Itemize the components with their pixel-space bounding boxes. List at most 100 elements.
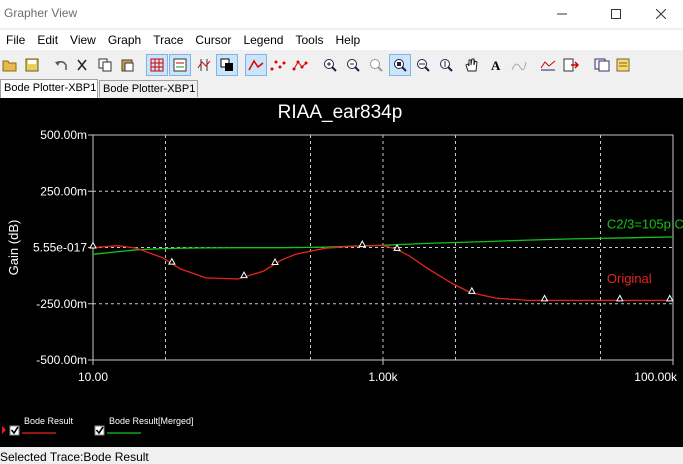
annotation-original: Original	[607, 271, 652, 286]
zoom-out-button[interactable]	[343, 55, 363, 75]
zoom-y-icon	[440, 59, 453, 72]
text-icon: A	[491, 58, 501, 72]
y-axis-label: Gain (dB)	[6, 220, 21, 276]
maximize-button[interactable]	[593, 0, 639, 28]
legend-toggle-button[interactable]	[169, 54, 191, 76]
trace-marker	[468, 286, 476, 294]
graph-panel[interactable]: RIAA_ear834p Gain (dB) 500.00m 250.00m 5.55e…	[0, 98, 683, 447]
x-tick-label: 10.00	[78, 370, 108, 384]
save-button[interactable]	[22, 55, 42, 75]
y-tick-label: -250.00m	[36, 297, 87, 311]
zoom-y-button[interactable]	[436, 55, 456, 75]
menu-cursor[interactable]: Cursor	[189, 30, 237, 50]
tab-bode-plotter-1[interactable]: Bode Plotter-XBP1	[0, 79, 98, 98]
zoom-area-button[interactable]	[366, 55, 386, 75]
window-title: Grapher View	[4, 6, 78, 20]
zoom-in-button[interactable]	[320, 55, 340, 75]
maximize-icon	[611, 9, 621, 19]
line-points-graph-icon	[292, 60, 308, 71]
legend-label: Bode Result[Merged]	[109, 416, 194, 426]
y-tick-label: 5.55e-017	[33, 241, 87, 255]
menu-trace[interactable]: Trace	[147, 30, 189, 50]
menu-legend[interactable]: Legend	[237, 30, 289, 50]
cut-icon	[77, 59, 87, 71]
zoom-x-button[interactable]	[413, 55, 433, 75]
cursors-button[interactable]	[194, 55, 214, 75]
text-button[interactable]: A	[486, 55, 506, 75]
svg-text:A: A	[491, 58, 501, 72]
menu-file[interactable]: File	[0, 30, 31, 50]
label-button[interactable]	[509, 55, 529, 75]
menu-graph[interactable]: Graph	[102, 30, 147, 50]
overlay-traces-button[interactable]	[592, 55, 612, 75]
points-graph-icon	[270, 60, 286, 71]
chart-title: RIAA_ear834p	[278, 102, 403, 123]
menu-help[interactable]: Help	[330, 30, 367, 50]
zoom-x-icon	[417, 59, 430, 72]
export-button[interactable]	[561, 55, 581, 75]
properties-button[interactable]	[614, 55, 634, 75]
close-button[interactable]	[638, 0, 683, 28]
export-icon	[563, 58, 579, 72]
trace-marker	[271, 257, 279, 265]
trace-marker	[168, 257, 176, 265]
line-style-button[interactable]	[245, 54, 267, 76]
open-button[interactable]	[0, 55, 20, 75]
undo-icon	[55, 61, 67, 70]
menu-edit[interactable]: Edit	[31, 30, 64, 50]
zoom-area-icon	[370, 59, 383, 72]
paste-button[interactable]	[117, 55, 137, 75]
zoom-full-icon	[394, 59, 407, 72]
label-icon	[511, 61, 527, 71]
pan-button[interactable]	[461, 55, 481, 75]
undo-button[interactable]	[51, 55, 71, 75]
zoom-in-icon	[324, 59, 337, 72]
zoom-out-icon	[347, 59, 360, 72]
cursor-lines-icon	[197, 59, 211, 71]
cut-button[interactable]	[72, 55, 92, 75]
tab-strip: Bode Plotter-XBP1 Bode Plotter-XBP1	[0, 79, 683, 98]
minimize-button[interactable]	[539, 0, 585, 28]
toolbar: A	[0, 53, 683, 78]
folder-open-icon	[2, 60, 17, 72]
trace-button[interactable]	[538, 55, 558, 75]
properties-icon	[616, 58, 630, 72]
overlay-button[interactable]	[216, 54, 238, 76]
y-tick-label: -500.00m	[36, 353, 87, 367]
trace-marker	[616, 294, 624, 302]
bode-chart: RIAA_ear834p Gain (dB) 500.00m 250.00m 5.55e…	[2, 102, 683, 436]
y-tick-label: 500.00m	[40, 128, 87, 142]
tab-bode-plotter-2[interactable]: Bode Plotter-XBP1	[99, 80, 198, 97]
minimize-icon	[557, 13, 567, 15]
menu-view[interactable]: View	[64, 30, 102, 50]
overlay-traces-icon	[594, 58, 610, 72]
legend-icon	[173, 58, 187, 72]
status-text: Selected Trace:Bode Result	[0, 450, 149, 464]
trace-marker	[665, 294, 674, 302]
save-icon	[25, 58, 39, 72]
trace-marker	[358, 240, 367, 248]
line-graph-icon	[248, 59, 264, 71]
paste-icon	[121, 59, 134, 72]
annotation-merged: C2/3=105p C4=320p	[607, 216, 683, 231]
zoom-full-button[interactable]	[389, 54, 411, 76]
menu-bar: File Edit View Graph Trace Cursor Legend…	[0, 30, 683, 50]
x-tick-label: 100.00k	[634, 370, 678, 384]
overlay-icon	[220, 58, 233, 71]
hand-icon	[465, 58, 478, 72]
copy-button[interactable]	[95, 55, 115, 75]
close-icon	[656, 9, 666, 19]
trace-marker	[240, 271, 248, 279]
grid-icon	[150, 58, 164, 72]
trace-icon	[540, 60, 556, 71]
grid-toggle-button[interactable]	[146, 54, 168, 76]
y-tick-label: 250.00m	[40, 184, 87, 198]
selected-trace-indicator	[2, 426, 6, 434]
trace-marker	[540, 294, 549, 302]
trace-marker	[89, 241, 97, 249]
line-points-style-button[interactable]	[290, 55, 310, 75]
x-tick-label: 1.00k	[368, 370, 398, 384]
points-style-button[interactable]	[268, 55, 288, 75]
menu-tools[interactable]: Tools	[289, 30, 329, 50]
status-bar: Selected Trace:Bode Result	[0, 449, 683, 464]
